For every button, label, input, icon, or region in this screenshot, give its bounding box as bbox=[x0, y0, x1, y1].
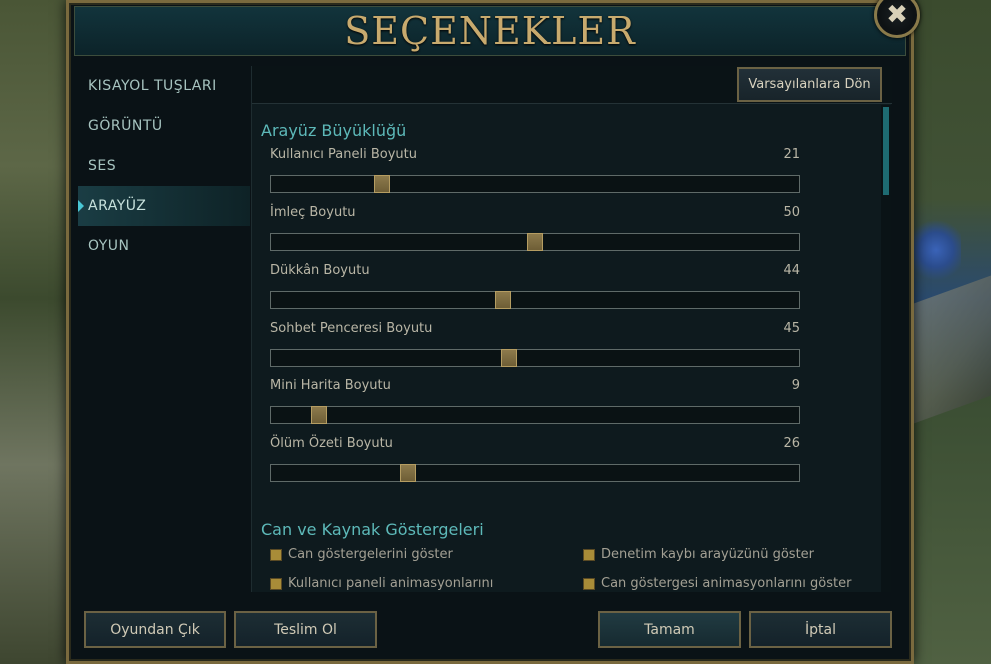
settings-content: Varsayılanlara Dön Arayüz Büyüklüğü Kull… bbox=[251, 66, 892, 592]
slider-track[interactable] bbox=[270, 464, 800, 482]
slider-chat-scale: Sohbet Penceresi Boyutu 45 bbox=[270, 321, 800, 377]
checkbox-checked-icon bbox=[583, 548, 595, 561]
checkbox-show-cc-ui[interactable]: Denetim kaybı arayüzünü göster bbox=[583, 547, 814, 562]
slider-knob[interactable] bbox=[400, 464, 417, 482]
scrollbar-thumb[interactable] bbox=[883, 107, 889, 195]
sidebar-item-sound[interactable]: SES bbox=[78, 146, 250, 186]
slider-label: Sohbet Penceresi Boyutu bbox=[270, 321, 433, 336]
slider-track[interactable] bbox=[270, 175, 800, 193]
checkbox-checked-icon bbox=[270, 577, 282, 590]
slider-knob[interactable] bbox=[527, 233, 543, 251]
checkbox-label: Kullanıcı paneli animasyonlarını bbox=[288, 576, 494, 591]
checkbox-hud-animations[interactable]: Kullanıcı paneli animasyonlarını bbox=[270, 576, 493, 591]
content-header: Varsayılanlara Dön bbox=[252, 66, 892, 104]
background-flowers bbox=[911, 215, 961, 285]
slider-track[interactable] bbox=[270, 406, 800, 424]
slider-cursor-scale: İmleç Boyutu 50 bbox=[270, 205, 800, 261]
checkbox-label: Can göstergelerini göster bbox=[288, 547, 453, 562]
slider-value: 45 bbox=[783, 321, 800, 336]
ok-button[interactable]: Tamam bbox=[598, 611, 741, 648]
section-title-health-bars: Can ve Kaynak Göstergeleri bbox=[261, 520, 484, 539]
slider-label: Dükkân Boyutu bbox=[270, 263, 370, 278]
restore-defaults-button[interactable]: Varsayılanlara Dön bbox=[737, 67, 882, 102]
settings-scrollbar[interactable] bbox=[881, 105, 891, 592]
surrender-button[interactable]: Teslim Ol bbox=[234, 611, 377, 648]
slider-label: İmleç Boyutu bbox=[270, 205, 356, 220]
cancel-button[interactable]: İptal bbox=[749, 611, 892, 648]
sidebar-item-hotkeys[interactable]: KISAYOL TUŞLARI bbox=[78, 66, 250, 106]
check-row: Can göstergelerini göster Denetim kaybı … bbox=[270, 547, 882, 569]
checkbox-health-bar-animations[interactable]: Can göstergesi animasyonlarını göster bbox=[583, 576, 851, 591]
background-left bbox=[0, 0, 70, 664]
slider-label: Kullanıcı Paneli Boyutu bbox=[270, 147, 418, 162]
slider-shop-scale: Dükkân Boyutu 44 bbox=[270, 263, 800, 319]
slider-track[interactable] bbox=[270, 233, 800, 251]
slider-knob[interactable] bbox=[500, 349, 517, 367]
checkbox-label: Can göstergesi animasyonlarını göster bbox=[601, 576, 852, 591]
slider-knob[interactable] bbox=[373, 175, 390, 193]
settings-scroll-area[interactable]: Arayüz Büyüklüğü Kullanıcı Paneli Boyutu… bbox=[252, 105, 882, 592]
sidebar-item-label: KISAYOL TUŞLARI bbox=[88, 78, 217, 94]
slider-death-recap-scale: Ölüm Özeti Boyutu 26 bbox=[270, 436, 800, 492]
close-icon: ✖ bbox=[886, 0, 908, 30]
slider-label: Ölüm Özeti Boyutu bbox=[270, 436, 393, 451]
slider-value: 50 bbox=[783, 205, 800, 220]
slider-label: Mini Harita Boyutu bbox=[270, 378, 391, 393]
title-bar: SEÇENEKLER bbox=[74, 6, 906, 56]
slider-track[interactable] bbox=[270, 291, 800, 309]
options-sidebar: KISAYOL TUŞLARI GÖRÜNTÜ SES ARAYÜZ OYUN bbox=[78, 66, 250, 596]
sidebar-item-video[interactable]: GÖRÜNTÜ bbox=[78, 106, 250, 146]
slider-minimap-scale: Mini Harita Boyutu 9 bbox=[270, 378, 800, 434]
checkbox-checked-icon bbox=[583, 577, 595, 590]
sidebar-item-label: ARAYÜZ bbox=[88, 198, 147, 214]
sidebar-item-interface[interactable]: ARAYÜZ bbox=[78, 186, 250, 226]
sidebar-item-game[interactable]: OYUN bbox=[78, 226, 250, 266]
section-title-interface-size: Arayüz Büyüklüğü bbox=[261, 121, 407, 140]
slider-knob[interactable] bbox=[495, 291, 512, 309]
window-title: SEÇENEKLER bbox=[344, 9, 636, 53]
quit-game-button[interactable]: Oyundan Çık bbox=[84, 611, 226, 648]
slider-hud-scale: Kullanıcı Paneli Boyutu 21 bbox=[270, 147, 800, 203]
sidebar-item-label: SES bbox=[88, 158, 117, 174]
slider-value: 44 bbox=[783, 263, 800, 278]
checkbox-label: Denetim kaybı arayüzünü göster bbox=[601, 547, 815, 562]
sidebar-item-label: GÖRÜNTÜ bbox=[88, 118, 163, 134]
checkbox-show-health-bars[interactable]: Can göstergelerini göster bbox=[270, 547, 453, 562]
sidebar-item-label: OYUN bbox=[88, 238, 130, 254]
slider-track[interactable] bbox=[270, 349, 800, 367]
slider-value: 26 bbox=[783, 436, 800, 451]
slider-value: 21 bbox=[783, 147, 800, 162]
slider-value: 9 bbox=[791, 378, 800, 393]
checkbox-checked-icon bbox=[270, 548, 282, 561]
check-row: Kullanıcı paneli animasyonlarını Can gös… bbox=[270, 576, 882, 592]
slider-knob[interactable] bbox=[310, 406, 327, 424]
